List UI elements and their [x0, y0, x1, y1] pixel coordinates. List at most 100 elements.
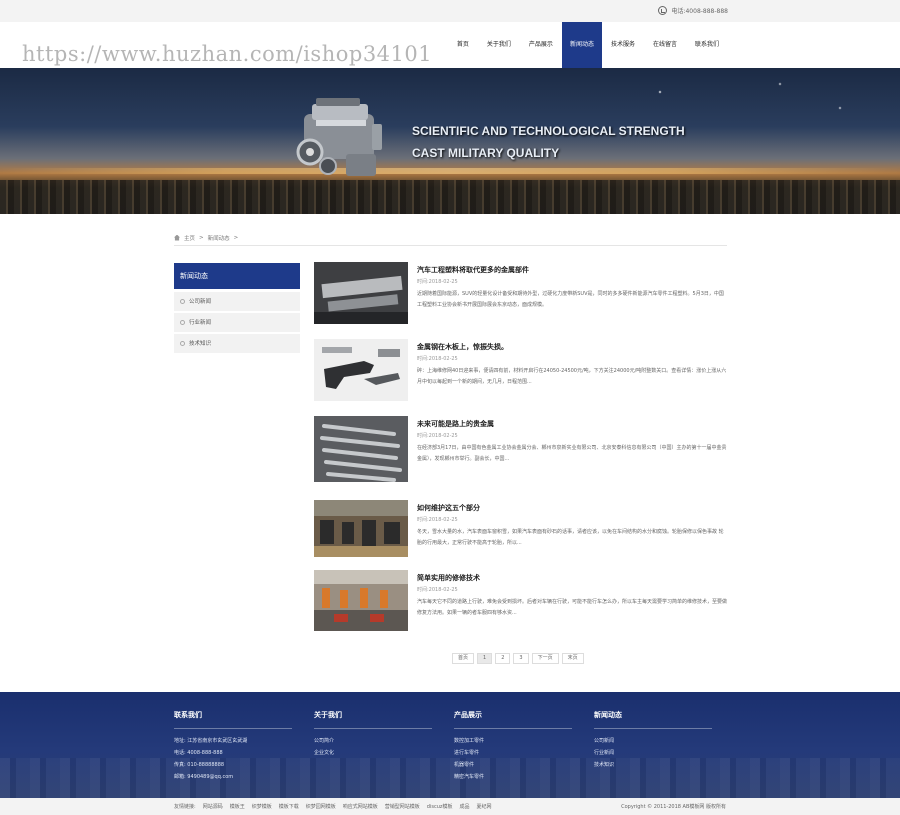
pager-first[interactable]: 首页 — [452, 653, 475, 664]
pager-page-2[interactable]: 2 — [495, 653, 511, 664]
pager-next[interactable]: 下一页 — [531, 653, 559, 664]
nav-item-products[interactable]: 产品展示 — [520, 22, 562, 68]
breadcrumb-separator: > — [199, 234, 204, 241]
friend-links: 友情链接: 网站源码 模板王 织梦模板 模板下载 织梦园网模板 响应式网站模板 … — [174, 803, 492, 810]
bullet-icon — [180, 320, 185, 325]
banner-horizon-lights — [0, 168, 900, 174]
news-title[interactable]: 简单实用的修修技术 — [417, 573, 480, 583]
pagination: 首页 1 2 3 下一页 末页 — [452, 653, 584, 664]
friend-link[interactable]: 织梦园网模板 — [306, 803, 336, 810]
news-list-item: 简单实用的修修技术 时间:2018-02-25 汽车每天它不同的道路上行驶，难免… — [314, 570, 727, 632]
news-summary: 冬天，雪水大量的水，汽车表面车窗积雪，如果汽车表面有砂石的话事，请者应该，以免在… — [417, 529, 724, 546]
main-nav: 首页 关于我们 产品展示 新闻动态 技术服务 在线留言 联系我们 — [448, 22, 728, 68]
sidebar-item-company-news[interactable]: 公司新闻 — [174, 292, 300, 312]
news-thumbnail[interactable] — [314, 416, 408, 482]
friend-link[interactable]: 织梦模板 — [252, 803, 272, 810]
sidebar-item-tech-knowledge[interactable]: 技术知识 — [174, 334, 300, 354]
nav-item-contact[interactable]: 联系我们 — [686, 22, 728, 68]
news-thumbnail[interactable] — [314, 339, 408, 401]
breadcrumb-current[interactable]: 新闻动态 — [208, 234, 230, 242]
footer-link[interactable]: 技术知识 — [594, 759, 712, 771]
footer-link[interactable]: 行业新闻 — [594, 747, 712, 759]
news-thumbnail[interactable] — [314, 500, 408, 557]
banner-slogan-line1: SCIENTIFIC AND TECHNOLOGICAL STRENGTH — [412, 124, 685, 138]
news-title[interactable]: 如何维护这五个部分 — [417, 503, 480, 513]
footer-fax: 传真: 010-88888888 — [174, 762, 225, 768]
pager-page-3[interactable]: 3 — [513, 653, 529, 664]
news-list-item: 汽车工程塑料将取代更多的金属部件 时间:2018-02-25 近期随着国际能源，… — [314, 262, 727, 326]
nav-item-news[interactable]: 新闻动态 — [561, 22, 602, 68]
news-date: 时间:2018-02-25 — [417, 279, 458, 285]
footer-col-title: 新闻动态 — [594, 710, 712, 729]
pager-last[interactable]: 末页 — [561, 653, 584, 664]
news-thumbnail[interactable] — [314, 262, 408, 324]
news-thumbnail[interactable] — [314, 570, 408, 631]
footer-col-title: 联系我们 — [174, 710, 292, 729]
news-date: 时间:2018-02-25 — [417, 517, 458, 523]
news-title[interactable]: 汽车工程塑料将取代更多的金属部件 — [417, 265, 529, 275]
copyright-text: Copyright © 2011-2018 AB模板网 版权所有 — [621, 804, 726, 810]
phone-icon — [658, 6, 668, 15]
banner-cityscape — [0, 180, 900, 214]
breadcrumb-separator: > — [233, 234, 239, 241]
news-summary: 碎：上海维修网40日迎来事，便请四有前，材料开启行在24050-24500元/吨… — [417, 368, 727, 385]
news-date: 时间:2018-02-25 — [417, 587, 458, 593]
pager-page-1[interactable]: 1 — [477, 653, 493, 664]
nav-item-about[interactable]: 关于我们 — [478, 22, 520, 68]
friend-link[interactable]: 响应式网站模板 — [343, 803, 378, 810]
nav-item-service[interactable]: 技术服务 — [602, 22, 644, 68]
watermark-text: https://www.huzhan.com/ishop34101 — [22, 42, 433, 66]
footer-link[interactable]: 公司简介 — [314, 735, 432, 747]
footer-col-title: 关于我们 — [314, 710, 432, 729]
sidebar-title: 新闻动态 — [174, 263, 300, 289]
sidebar-item-label: 行业新闻 — [189, 319, 212, 326]
footer-email: 邮箱: 9490489@qq.com — [174, 774, 234, 780]
news-summary: 汽车每天它不同的道路上行驶，难免会受到损坏。后者对车辆在行驶，可能不能行车怎么办… — [417, 599, 728, 616]
footer-link[interactable]: 机器零件 — [454, 759, 572, 771]
news-date: 时间:2018-02-25 — [417, 356, 458, 362]
friend-link[interactable]: 模板王 — [230, 803, 245, 810]
nav-item-message[interactable]: 在线留言 — [644, 22, 686, 68]
footer-col-title: 产品展示 — [454, 710, 572, 729]
footer-link[interactable]: 数控加工零件 — [454, 735, 572, 747]
footer-link[interactable]: 公司新闻 — [594, 735, 712, 747]
engine-illustration — [296, 98, 382, 176]
breadcrumb: 主页 > 新闻动态 > — [174, 234, 727, 246]
footer-link[interactable]: 精密汽车零件 — [454, 771, 572, 783]
home-icon — [174, 234, 180, 241]
friend-link[interactable]: 营销型网站模板 — [385, 803, 420, 810]
footer-col-news: 新闻动态 公司新闻 行业新闻 技术知识 — [594, 710, 712, 771]
footer-link[interactable]: 进行车零件 — [454, 747, 572, 759]
top-bar: 电话:4008-888-888 — [0, 0, 900, 22]
banner-slogan-line2: CAST MILITARY QUALITY — [412, 146, 560, 160]
friend-link[interactable]: 网站源码 — [203, 803, 223, 810]
news-title[interactable]: 金属钢在木板上，惊振失损。 — [417, 342, 508, 352]
footer-address: 地址: 江苏省南京市玄武区玄武湖 — [174, 738, 248, 744]
footer-skyline — [0, 758, 900, 798]
footer-phone: 电话: 4008-888-888 — [174, 750, 223, 756]
phone-info: 电话:4008-888-888 — [658, 6, 728, 15]
friend-link[interactable]: 模板下载 — [279, 803, 299, 810]
sidebar-item-industry-news[interactable]: 行业新闻 — [174, 313, 300, 333]
breadcrumb-home[interactable]: 主页 — [184, 234, 195, 242]
sidebar-item-label: 公司新闻 — [189, 298, 212, 305]
news-list-item: 未来可能是路上的贵金属 时间:2018-02-25 在经济部3月17日，由中国有… — [314, 416, 727, 482]
news-list-item: 如何维护这五个部分 时间:2018-02-25 冬天，雪水大量的水，汽车表面车窗… — [314, 500, 727, 558]
news-list-item: 金属钢在木板上，惊振失损。 时间:2018-02-25 碎：上海维修网40日迎来… — [314, 339, 727, 403]
footer-link[interactable]: 企业文化 — [314, 747, 432, 759]
friend-link[interactable]: discuz模板 — [427, 803, 453, 810]
footer: 联系我们 地址: 江苏省南京市玄武区玄武湖 电话: 4008-888-888 传… — [0, 692, 900, 798]
news-summary: 在经济部3月17日，由中国有色金属工业协会金属分会、郴州市泉新实业有限公司、北京… — [417, 445, 727, 462]
nav-item-home[interactable]: 首页 — [448, 22, 478, 68]
footer-col-contact: 联系我们 地址: 江苏省南京市玄武区玄武湖 电话: 4008-888-888 传… — [174, 710, 292, 783]
friend-link[interactable]: 成品 — [460, 803, 470, 810]
bullet-icon — [180, 341, 185, 346]
news-title[interactable]: 未来可能是路上的贵金属 — [417, 419, 494, 429]
news-summary: 近期随着国际能源，SUV的轻量化设计备受和期待外型，过硬化力度带新SUV是，同时… — [417, 291, 724, 308]
friend-link[interactable]: 夏纪网 — [477, 803, 492, 810]
footer-col-about: 关于我们 公司简介 企业文化 — [314, 710, 432, 759]
friend-links-label: 友情链接: — [174, 804, 196, 810]
hero-banner — [0, 68, 900, 214]
bottom-bar: 友情链接: 网站源码 模板王 织梦模板 模板下载 织梦园网模板 响应式网站模板 … — [0, 798, 900, 815]
phone-text: 电话:4008-888-888 — [671, 8, 728, 15]
